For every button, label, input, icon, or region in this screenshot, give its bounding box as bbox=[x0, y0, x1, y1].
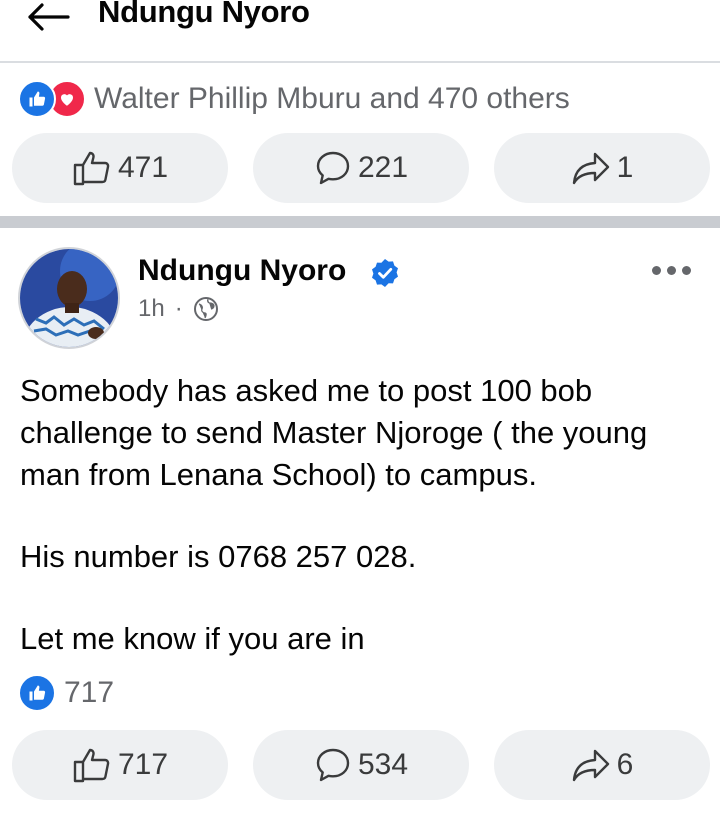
share-button[interactable]: 1 bbox=[494, 133, 710, 203]
header-divider bbox=[0, 61, 720, 63]
more-dot bbox=[682, 266, 691, 275]
reactions-text: Walter Phillip Mburu and 470 others bbox=[94, 82, 570, 115]
verified-badge-icon bbox=[372, 259, 398, 287]
like-count: 471 bbox=[117, 151, 169, 184]
post-text: Somebody has asked me to post 100 bob ch… bbox=[20, 370, 710, 660]
like-reaction-icon bbox=[18, 80, 56, 118]
page-title: Ndungu Nyoro bbox=[98, 0, 310, 29]
share-arrow-icon bbox=[572, 749, 609, 782]
post-paragraph: Somebody has asked me to post 100 bob ch… bbox=[20, 373, 648, 492]
reaction-icons bbox=[18, 80, 86, 118]
more-options-icon[interactable] bbox=[652, 266, 691, 275]
avatar[interactable] bbox=[18, 247, 120, 349]
like-button[interactable]: 471 bbox=[12, 133, 228, 203]
share-count: 1 bbox=[616, 151, 634, 184]
reactions-summary[interactable]: Walter Phillip Mburu and 470 others bbox=[18, 78, 570, 120]
comment-bubble-icon bbox=[316, 151, 350, 185]
author-name[interactable]: Ndungu Nyoro bbox=[138, 254, 346, 288]
post-meta: 1h · bbox=[138, 295, 219, 323]
meta-separator: · bbox=[174, 295, 183, 322]
more-dot bbox=[667, 266, 676, 275]
action-bar-previous: 471 221 1 bbox=[12, 133, 710, 203]
post-time[interactable]: 1h bbox=[138, 295, 165, 323]
post-paragraph: Let me know if you are in bbox=[20, 621, 365, 656]
top-bar: Ndungu Nyoro bbox=[0, 0, 720, 60]
post-paragraph: His number is 0768 257 028. bbox=[20, 539, 417, 574]
comment-button[interactable]: 534 bbox=[253, 730, 469, 800]
share-count: 6 bbox=[616, 748, 634, 781]
comment-button[interactable]: 221 bbox=[253, 133, 469, 203]
like-button[interactable]: 717 bbox=[12, 730, 228, 800]
like-reaction-icon bbox=[18, 674, 56, 712]
more-dot bbox=[652, 266, 661, 275]
comment-count: 221 bbox=[357, 151, 409, 184]
post-reaction-summary[interactable]: 717 bbox=[18, 674, 114, 712]
share-button[interactable]: 6 bbox=[494, 730, 710, 800]
like-count: 717 bbox=[117, 748, 169, 781]
arrow-left-icon bbox=[28, 3, 70, 31]
thumbs-up-icon bbox=[73, 151, 110, 186]
post-separator bbox=[0, 216, 720, 228]
globe-icon bbox=[193, 297, 218, 321]
back-button[interactable] bbox=[26, 0, 72, 34]
profile-photo-icon bbox=[20, 249, 118, 347]
comment-bubble-icon bbox=[316, 748, 350, 782]
action-bar: 717 534 6 bbox=[12, 730, 710, 800]
share-arrow-icon bbox=[572, 152, 609, 185]
thumbs-up-icon bbox=[73, 748, 110, 783]
reaction-count: 717 bbox=[64, 676, 115, 709]
comment-count: 534 bbox=[357, 748, 409, 781]
